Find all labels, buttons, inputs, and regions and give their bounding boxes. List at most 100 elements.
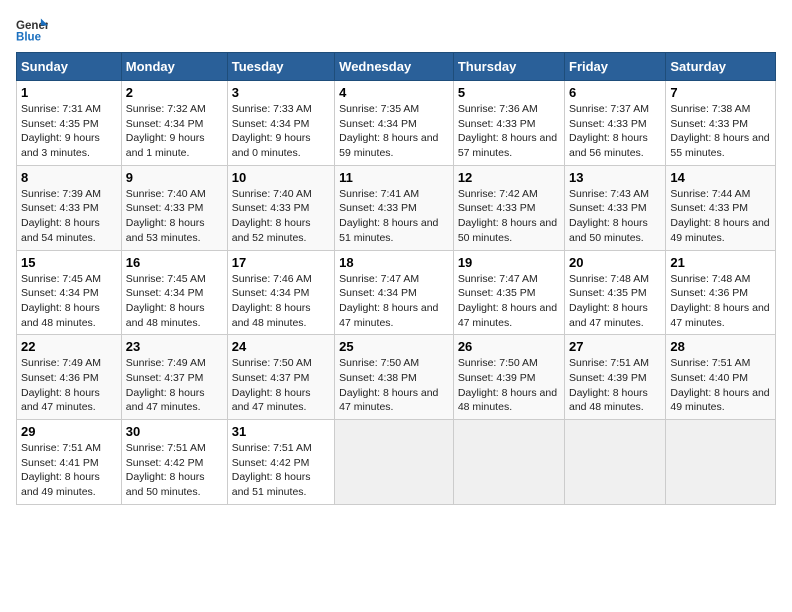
day-info: Sunrise: 7:39 AMSunset: 4:33 PMDaylight:… (21, 187, 117, 246)
calendar-cell (335, 420, 454, 505)
day-number: 13 (569, 170, 661, 185)
svg-text:Blue: Blue (16, 32, 42, 44)
dow-header-friday: Friday (565, 53, 666, 81)
calendar-cell: 12 Sunrise: 7:42 AMSunset: 4:33 PMDayligh… (453, 165, 564, 250)
day-number: 22 (21, 339, 117, 354)
calendar-cell: 14 Sunrise: 7:44 AMSunset: 4:33 PMDayligh… (666, 165, 776, 250)
day-info: Sunrise: 7:50 AMSunset: 4:39 PMDaylight:… (458, 356, 560, 415)
calendar-cell: 31 Sunrise: 7:51 AMSunset: 4:42 PMDayligh… (227, 420, 334, 505)
dow-header-saturday: Saturday (666, 53, 776, 81)
calendar-week-1: 1Sunrise: 7:31 AMSunset: 4:35 PMDaylight… (17, 81, 776, 166)
day-info: Sunrise: 7:47 AMSunset: 4:34 PMDaylight:… (339, 272, 449, 331)
day-info: Sunrise: 7:37 AMSunset: 4:33 PMDaylight:… (569, 102, 661, 161)
calendar-week-4: 22 Sunrise: 7:49 AMSunset: 4:36 PMDayligh… (17, 335, 776, 420)
day-number: 6 (569, 85, 661, 100)
day-info: Sunrise: 7:48 AMSunset: 4:35 PMDaylight:… (569, 272, 661, 331)
day-info: Sunrise: 7:49 AMSunset: 4:36 PMDaylight:… (21, 356, 117, 415)
day-number: 30 (126, 424, 223, 439)
day-info: Sunrise: 7:40 AMSunset: 4:33 PMDaylight:… (126, 187, 223, 246)
calendar-cell: 28 Sunrise: 7:51 AMSunset: 4:40 PMDayligh… (666, 335, 776, 420)
day-info: Sunrise: 7:49 AMSunset: 4:37 PMDaylight:… (126, 356, 223, 415)
calendar-cell: 10 Sunrise: 7:40 AMSunset: 4:33 PMDayligh… (227, 165, 334, 250)
day-info: Sunrise: 7:48 AMSunset: 4:36 PMDaylight:… (670, 272, 771, 331)
day-info: Sunrise: 7:41 AMSunset: 4:33 PMDaylight:… (339, 187, 449, 246)
day-number: 15 (21, 255, 117, 270)
calendar-cell: 9 Sunrise: 7:40 AMSunset: 4:33 PMDaylight… (121, 165, 227, 250)
day-info: Sunrise: 7:38 AMSunset: 4:33 PMDaylight:… (670, 102, 771, 161)
day-info: Sunrise: 7:47 AMSunset: 4:35 PMDaylight:… (458, 272, 560, 331)
day-info: Sunrise: 7:32 AMSunset: 4:34 PMDaylight:… (126, 102, 223, 161)
day-number: 8 (21, 170, 117, 185)
dow-header-sunday: Sunday (17, 53, 122, 81)
day-info: Sunrise: 7:50 AMSunset: 4:38 PMDaylight:… (339, 356, 449, 415)
day-number: 21 (670, 255, 771, 270)
calendar-cell: 27Sunrise: 7:51 AMSunset: 4:39 PMDayligh… (565, 335, 666, 420)
calendar-cell: 4Sunrise: 7:35 AMSunset: 4:34 PMDaylight… (335, 81, 454, 166)
calendar-cell: 13 Sunrise: 7:43 AMSunset: 4:33 PMDayligh… (565, 165, 666, 250)
day-info: Sunrise: 7:44 AMSunset: 4:33 PMDaylight:… (670, 187, 771, 246)
day-number: 9 (126, 170, 223, 185)
calendar-cell: 16 Sunrise: 7:45 AMSunset: 4:34 PMDayligh… (121, 250, 227, 335)
day-info: Sunrise: 7:51 AMSunset: 4:42 PMDaylight:… (232, 441, 330, 500)
calendar-week-5: 29Sunrise: 7:51 AMSunset: 4:41 PMDayligh… (17, 420, 776, 505)
day-info: Sunrise: 7:42 AMSunset: 4:33 PMDaylight:… (458, 187, 560, 246)
day-info: Sunrise: 7:50 AMSunset: 4:37 PMDaylight:… (232, 356, 330, 415)
day-number: 18 (339, 255, 449, 270)
day-number: 12 (458, 170, 560, 185)
day-info: Sunrise: 7:51 AMSunset: 4:42 PMDaylight:… (126, 441, 223, 500)
calendar-cell: 21 Sunrise: 7:48 AMSunset: 4:36 PMDayligh… (666, 250, 776, 335)
day-number: 2 (126, 85, 223, 100)
day-number: 31 (232, 424, 330, 439)
calendar-cell: 17 Sunrise: 7:46 AMSunset: 4:34 PMDayligh… (227, 250, 334, 335)
day-number: 26 (458, 339, 560, 354)
calendar-cell: 20Sunrise: 7:48 AMSunset: 4:35 PMDayligh… (565, 250, 666, 335)
day-info: Sunrise: 7:36 AMSunset: 4:33 PMDaylight:… (458, 102, 560, 161)
day-number: 17 (232, 255, 330, 270)
day-number: 1 (21, 85, 117, 100)
calendar-cell: 22 Sunrise: 7:49 AMSunset: 4:36 PMDayligh… (17, 335, 122, 420)
calendar-cell: 25Sunrise: 7:50 AMSunset: 4:38 PMDayligh… (335, 335, 454, 420)
day-number: 23 (126, 339, 223, 354)
calendar-cell: 19 Sunrise: 7:47 AMSunset: 4:35 PMDayligh… (453, 250, 564, 335)
day-number: 19 (458, 255, 560, 270)
calendar-cell (565, 420, 666, 505)
day-number: 10 (232, 170, 330, 185)
header: General Blue (16, 16, 776, 44)
day-info: Sunrise: 7:40 AMSunset: 4:33 PMDaylight:… (232, 187, 330, 246)
calendar-week-2: 8 Sunrise: 7:39 AMSunset: 4:33 PMDaylight… (17, 165, 776, 250)
calendar-cell: 18 Sunrise: 7:47 AMSunset: 4:34 PMDayligh… (335, 250, 454, 335)
calendar-cell (666, 420, 776, 505)
day-number: 11 (339, 170, 449, 185)
calendar-cell: 8 Sunrise: 7:39 AMSunset: 4:33 PMDaylight… (17, 165, 122, 250)
calendar-cell: 11 Sunrise: 7:41 AMSunset: 4:33 PMDayligh… (335, 165, 454, 250)
calendar-cell: 1Sunrise: 7:31 AMSunset: 4:35 PMDaylight… (17, 81, 122, 166)
day-number: 14 (670, 170, 771, 185)
day-info: Sunrise: 7:45 AMSunset: 4:34 PMDaylight:… (21, 272, 117, 331)
calendar-cell: 15 Sunrise: 7:45 AMSunset: 4:34 PMDayligh… (17, 250, 122, 335)
calendar-cell: 26 Sunrise: 7:50 AMSunset: 4:39 PMDayligh… (453, 335, 564, 420)
day-info: Sunrise: 7:51 AMSunset: 4:41 PMDaylight:… (21, 441, 117, 500)
day-number: 3 (232, 85, 330, 100)
calendar-cell: 5 Sunrise: 7:36 AMSunset: 4:33 PMDaylight… (453, 81, 564, 166)
calendar-cell: 3Sunrise: 7:33 AMSunset: 4:34 PMDaylight… (227, 81, 334, 166)
calendar-cell: 24 Sunrise: 7:50 AMSunset: 4:37 PMDayligh… (227, 335, 334, 420)
dow-header-thursday: Thursday (453, 53, 564, 81)
dow-header-monday: Monday (121, 53, 227, 81)
calendar-cell: 23 Sunrise: 7:49 AMSunset: 4:37 PMDayligh… (121, 335, 227, 420)
day-info: Sunrise: 7:46 AMSunset: 4:34 PMDaylight:… (232, 272, 330, 331)
calendar-cell: 6 Sunrise: 7:37 AMSunset: 4:33 PMDaylight… (565, 81, 666, 166)
day-number: 4 (339, 85, 449, 100)
day-info: Sunrise: 7:45 AMSunset: 4:34 PMDaylight:… (126, 272, 223, 331)
day-info: Sunrise: 7:51 AMSunset: 4:40 PMDaylight:… (670, 356, 771, 415)
day-number: 5 (458, 85, 560, 100)
day-number: 24 (232, 339, 330, 354)
calendar-cell (453, 420, 564, 505)
day-number: 16 (126, 255, 223, 270)
calendar-week-3: 15 Sunrise: 7:45 AMSunset: 4:34 PMDayligh… (17, 250, 776, 335)
day-info: Sunrise: 7:43 AMSunset: 4:33 PMDaylight:… (569, 187, 661, 246)
day-info: Sunrise: 7:51 AMSunset: 4:39 PMDaylight:… (569, 356, 661, 415)
dow-header-tuesday: Tuesday (227, 53, 334, 81)
logo-icon: General Blue (16, 16, 48, 44)
calendar-table: SundayMondayTuesdayWednesdayThursdayFrid… (16, 52, 776, 505)
day-number: 28 (670, 339, 771, 354)
